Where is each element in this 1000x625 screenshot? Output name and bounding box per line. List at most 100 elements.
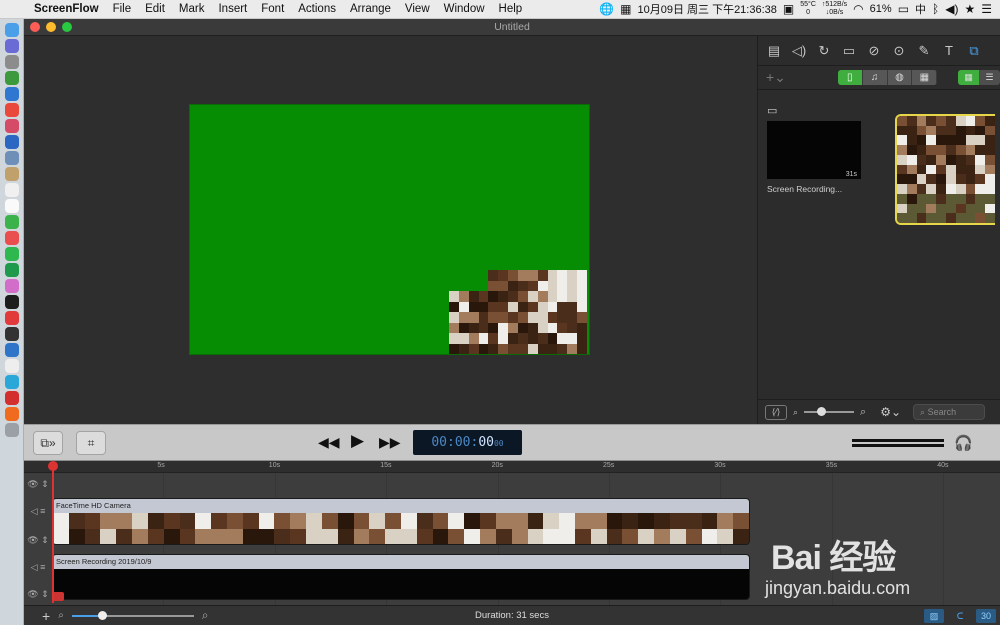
video-motion-icon[interactable]: ↻	[816, 43, 832, 59]
menu-mark[interactable]: Mark	[172, 3, 212, 15]
notes-icon[interactable]	[4, 167, 19, 181]
media-library-icon[interactable]: ⧉	[966, 43, 982, 59]
import-media-button[interactable]: ⟨⁄⟩	[765, 404, 787, 420]
track2-visibility-icon[interactable]: 👁 ⇕	[24, 535, 52, 546]
menu-insert[interactable]: Insert	[211, 3, 254, 15]
menu-window[interactable]: Window	[437, 3, 492, 15]
play-icon[interactable]: ▶	[351, 431, 364, 451]
cpu-temp[interactable]: 55°C 0	[800, 1, 816, 17]
media-item-camera[interactable]	[895, 114, 995, 225]
list-filter-icon[interactable]: ▦	[912, 70, 938, 85]
podcasts-icon[interactable]	[4, 279, 19, 293]
overlay-mode-button[interactable]: ⧉»	[33, 431, 63, 455]
photos-icon[interactable]	[4, 231, 19, 245]
pixel-block	[955, 116, 966, 126]
netease-music-icon[interactable]	[4, 391, 19, 405]
add-track-button[interactable]: +	[42, 608, 50, 624]
slider-knob[interactable]	[97, 610, 107, 620]
trash-icon[interactable]	[4, 423, 19, 437]
menu-view[interactable]: View	[398, 3, 437, 15]
annotation-icon[interactable]: ✎	[916, 43, 932, 59]
menu-actions[interactable]: Actions	[291, 3, 343, 15]
tv-icon[interactable]	[4, 295, 19, 309]
terminal-icon[interactable]	[4, 327, 19, 341]
menubar-datetime[interactable]: 10月09日 周三 下午21:36:38	[637, 1, 776, 17]
news-icon[interactable]	[4, 311, 19, 325]
app-icon[interactable]: ▣	[783, 2, 794, 16]
preview-icon[interactable]	[4, 151, 19, 165]
safari-icon[interactable]	[4, 135, 19, 149]
music-filter-icon[interactable]: ♫	[862, 70, 888, 85]
playhead-handle[interactable]	[48, 461, 58, 471]
headphones-icon[interactable]: 🎧	[954, 434, 973, 452]
launchpad-icon[interactable]	[4, 55, 19, 69]
web-filter-icon[interactable]: ◍	[887, 70, 913, 85]
video-properties-icon[interactable]: ▤	[766, 43, 782, 59]
touch-callout-icon[interactable]: ⊙	[891, 43, 907, 59]
preview-canvas[interactable]	[189, 104, 590, 355]
recent-media-icon[interactable]: ▯	[837, 70, 863, 85]
track3-visibility-icon[interactable]: 👁 ⇕	[24, 589, 52, 600]
qq-icon[interactable]	[4, 375, 19, 389]
finder-icon[interactable]	[4, 23, 19, 37]
menu-edit[interactable]: Edit	[138, 3, 172, 15]
globe-icon[interactable]: 🌐	[599, 2, 614, 16]
maps-icon[interactable]	[4, 215, 19, 229]
volume-icon[interactable]: ◀)	[945, 2, 958, 16]
track2-audio-icon[interactable]: ◁ ≡	[24, 562, 52, 573]
track1-audio-icon[interactable]: ◁ ≡	[24, 506, 52, 517]
yandex-icon[interactable]	[4, 359, 19, 373]
battery-percent[interactable]: 61%	[870, 3, 892, 15]
slider-knob[interactable]	[817, 407, 827, 416]
timeline-zoom-slider[interactable]	[71, 610, 194, 620]
chrome-icon[interactable]	[4, 103, 19, 117]
wifi-icon[interactable]: ◠	[853, 2, 863, 16]
media-item-screen-recording[interactable]: ▭ 31s Screen Recording...	[767, 104, 863, 194]
add-media-button[interactable]: +⌄	[766, 69, 790, 86]
snap-icon[interactable]: ▨	[924, 608, 944, 623]
track1-visibility-icon[interactable]: 👁 ⇕	[24, 479, 52, 490]
control-center-icon[interactable]: ☰	[981, 2, 992, 16]
menu-file[interactable]: File	[106, 3, 139, 15]
magnet-icon[interactable]: ᑕ	[950, 608, 970, 623]
audio-properties-icon[interactable]: ◁)	[791, 43, 807, 59]
rewind-icon[interactable]: ◀◀	[318, 434, 340, 451]
timeline-ruler[interactable]: 5s 10s 15s 20s 25s 30s 35s 40s	[24, 461, 1000, 473]
star-icon[interactable]: ★	[964, 2, 975, 16]
calendar-icon[interactable]: ▦	[620, 2, 631, 16]
gear-icon[interactable]: ⚙⌄	[880, 405, 901, 419]
search-input[interactable]: ⌕ Search	[913, 404, 986, 420]
menu-help[interactable]: Help	[492, 3, 530, 15]
network-speed[interactable]: ↑512B/s ↓0B/s	[822, 1, 847, 17]
framerate-button[interactable]: 30	[976, 608, 996, 623]
text-icon[interactable]: T	[941, 43, 957, 59]
messages-icon[interactable]	[4, 247, 19, 261]
clip-facetime-camera[interactable]: FaceTime HD Camera	[52, 498, 750, 545]
menu-arrange[interactable]: Arrange	[343, 3, 398, 15]
fast-forward-icon[interactable]: ▶▶	[379, 434, 401, 451]
bluetooth-icon[interactable]: ᛒ	[932, 2, 939, 16]
xcode-icon[interactable]	[4, 343, 19, 357]
facetime-icon[interactable]	[4, 263, 19, 277]
camera-overlay-clip[interactable]	[449, 270, 587, 354]
callout-icon[interactable]: ⊘	[866, 43, 882, 59]
list-view-icon[interactable]: ☰	[979, 70, 1000, 85]
siri-icon[interactable]	[4, 39, 19, 53]
canvas-area[interactable]	[24, 36, 757, 424]
input-method[interactable]: 中	[915, 1, 926, 17]
battery-icon[interactable]: ▭	[898, 2, 909, 16]
app-store-icon[interactable]	[4, 87, 19, 101]
music-app-icon[interactable]	[4, 119, 19, 133]
calendar-dock-icon[interactable]	[4, 183, 19, 197]
reminders-icon[interactable]	[4, 199, 19, 213]
screenflow-dock-icon[interactable]	[4, 407, 19, 421]
grid-view-icon[interactable]: ▦	[958, 70, 980, 85]
menu-app-name[interactable]: ScreenFlow	[28, 3, 106, 15]
clip-screen-recording[interactable]: Screen Recording 2019/10/9	[52, 554, 750, 600]
crop-button[interactable]: ⌗	[76, 431, 106, 455]
android-icon[interactable]	[4, 71, 19, 85]
playhead[interactable]	[52, 463, 54, 603]
thumbnail-size-slider[interactable]	[804, 407, 855, 416]
screen-recording-icon[interactable]: ▭	[841, 43, 857, 59]
menu-font[interactable]: Font	[254, 3, 291, 15]
